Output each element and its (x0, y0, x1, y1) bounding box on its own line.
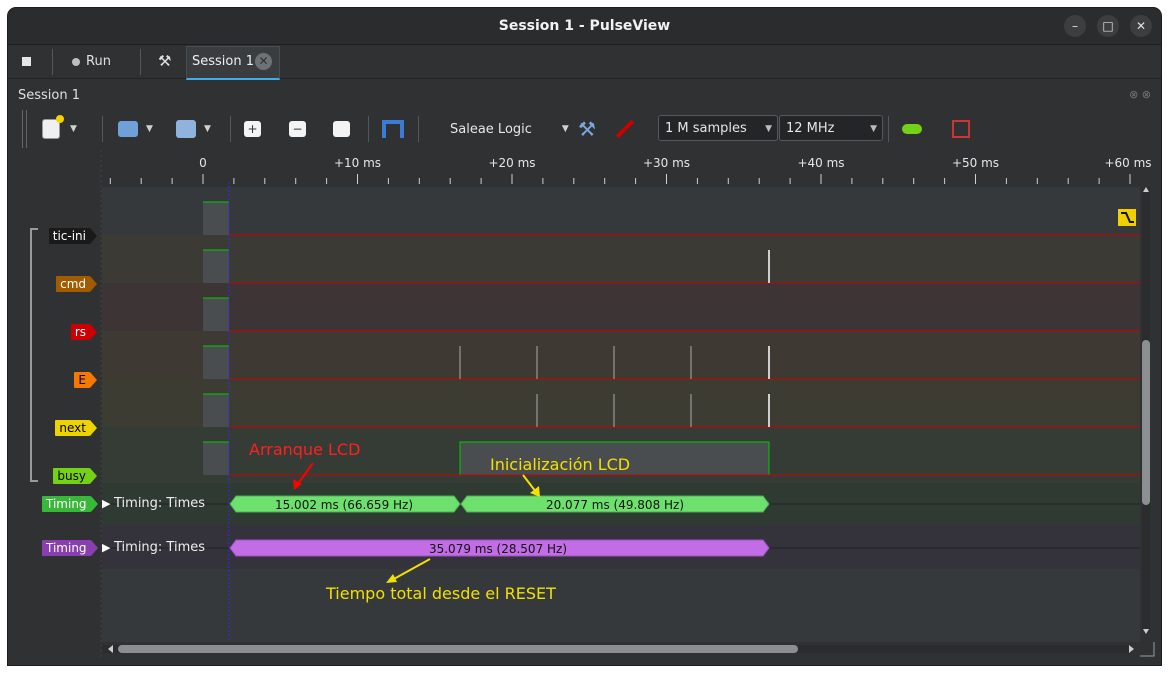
timing-1-segment-1-text: 15.002 ms (66.659 Hz) (275, 498, 413, 512)
annotation-total: Tiempo total desde el RESET (326, 584, 556, 603)
channel-label-cmd[interactable]: cmd (56, 276, 97, 292)
row-bg-empty (102, 569, 1140, 642)
timing-1-segment-2-text: 20.077 ms (49.808 Hz) (546, 498, 684, 512)
timing-2-segment-1-text: 35.079 ms (28.507 Hz) (429, 542, 567, 556)
ruler-tick-label: +30 ms (643, 156, 690, 170)
row-bg-tic-ini (102, 187, 1140, 235)
ruler-tick-label: +20 ms (488, 156, 535, 170)
decoder-row-label-1: Timing: Times (114, 496, 206, 511)
channel-label-tic-ini[interactable]: tic-ini (48, 228, 98, 244)
decoder-tag-timing-2[interactable]: Timing (42, 540, 98, 556)
channel-label-rs[interactable]: rs (70, 324, 98, 340)
row-bg-cmd (102, 235, 1140, 283)
row-bg-rs (102, 283, 1140, 331)
channel-label-next[interactable]: next (55, 420, 97, 436)
decoder-row-label-2: Timing: Times (114, 540, 206, 555)
vertical-scroll-thumb (1142, 340, 1150, 505)
expand-decoder-1-icon[interactable]: ▶ (102, 497, 110, 510)
ruler-tick-label: 0 (199, 156, 207, 170)
decoder-tag-timing-1[interactable]: Timing (42, 496, 98, 512)
annotation-arranque: Arranque LCD (249, 440, 361, 459)
ruler-tick-label: +60 ms (1104, 156, 1151, 170)
channel-label-busy[interactable]: busy (53, 468, 97, 484)
expand-decoder-2-icon[interactable]: ▶ (102, 541, 110, 554)
row-bg-next (102, 379, 1140, 427)
header-pane (8, 150, 100, 642)
horizontal-scroll-thumb (118, 645, 798, 653)
ruler-tick-label: +50 ms (952, 156, 999, 170)
channel-label-e[interactable]: E (74, 372, 97, 388)
ruler-tick-label: +40 ms (797, 156, 844, 170)
annotation-inicializacion: Inicialización LCD (490, 455, 631, 474)
waveform-view[interactable]: 0 +10 ms +20 ms +30 ms +40 ms +50 ms +60 ms (0, 0, 1169, 675)
row-bg-e (102, 331, 1140, 379)
ruler-tick-label: +10 ms (334, 156, 381, 170)
